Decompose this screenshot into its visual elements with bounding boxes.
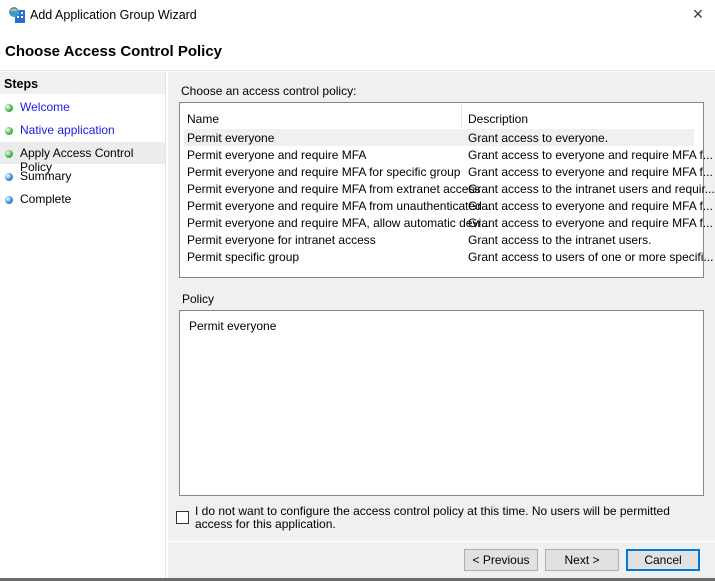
steps-panel: Steps Welcome Native application Apply Acc…: [0, 72, 166, 581]
policy-name: Permit everyone and require MFA for spec…: [187, 165, 461, 179]
divider: [168, 541, 715, 542]
policy-name: Permit everyone and require MFA from una…: [187, 199, 496, 213]
close-icon[interactable]: ×: [686, 3, 710, 27]
policy-description: Grant access to everyone and require MFA…: [468, 165, 713, 179]
policy-description: Grant access to everyone and require MFA…: [468, 148, 713, 162]
table-row[interactable]: Permit everyone and require MFA from ext…: [184, 180, 715, 197]
step-label: Welcome: [20, 100, 70, 114]
steps-heading: Steps: [0, 72, 165, 94]
table-row[interactable]: Permit everyone for intranet access Grant…: [184, 231, 694, 248]
policy-name: Permit specific group: [187, 250, 300, 264]
step-welcome[interactable]: Welcome: [0, 96, 165, 118]
choose-policy-label: Choose an access control policy:: [181, 84, 357, 98]
policy-description: Grant access to the intranet users.: [468, 233, 652, 247]
status-dot-icon: [5, 196, 13, 204]
policy-text: Permit everyone: [189, 319, 277, 333]
page-title: Choose Access Control Policy: [5, 43, 223, 60]
policy-description: Grant access to users of one or more spe…: [468, 250, 714, 264]
column-divider[interactable]: [461, 105, 462, 127]
step-label: Native application: [20, 123, 115, 137]
policy-name: Permit everyone for intranet access: [187, 233, 376, 247]
policy-details: Permit everyone: [179, 310, 704, 496]
page-header: Choose Access Control Policy: [0, 31, 715, 71]
table-row[interactable]: Permit everyone and require MFA for spec…: [184, 163, 713, 180]
policy-description: Grant access to everyone and require MFA…: [468, 216, 713, 230]
policy-name: Permit everyone and require MFA: [187, 148, 367, 162]
step-native-application[interactable]: Native application: [0, 119, 165, 141]
status-dot-icon: [5, 150, 13, 158]
skip-policy-label[interactable]: I do not want to configure the access co…: [195, 505, 705, 531]
table-row[interactable]: Permit specific group Grant access to use…: [184, 248, 713, 265]
next-button[interactable]: Next >: [545, 549, 619, 571]
policy-name: Permit everyone and require MFA, allow a…: [187, 216, 492, 230]
policy-name: Permit everyone: [187, 131, 275, 145]
step-label: Summary: [20, 169, 72, 183]
skip-policy-checkbox[interactable]: [176, 511, 189, 524]
table-row[interactable]: Permit everyone and require MFA from una…: [184, 197, 713, 214]
window-title: Add Application Group Wizard: [30, 8, 197, 22]
policy-description: Grant access to the intranet users and r…: [468, 182, 715, 196]
column-header-description[interactable]: Description: [468, 107, 528, 129]
status-dot-icon: [5, 127, 13, 135]
previous-button[interactable]: < Previous: [464, 549, 538, 571]
policy-description: Grant access to everyone and require MFA…: [468, 199, 713, 213]
column-header-name[interactable]: Name: [187, 107, 219, 129]
table-row[interactable]: Permit everyone and require MFA, allow a…: [184, 214, 713, 231]
status-dot-icon: [5, 104, 13, 112]
table-row[interactable]: Permit everyone Grant access to everyone.: [184, 129, 694, 146]
app-icon: [9, 7, 25, 23]
policy-list[interactable]: Name Description Permit everyone Grant ac…: [179, 102, 715, 278]
step-summary: Summary: [0, 165, 165, 187]
policy-name: Permit everyone and require MFA from ext…: [187, 182, 481, 196]
title-bar: Add Application Group Wizard ×: [0, 0, 715, 31]
step-label: Complete: [20, 192, 72, 206]
status-dot-icon: [5, 173, 13, 181]
step-apply-access-control-policy: Apply Access Control Policy: [0, 142, 165, 174]
policy-description: Grant access to everyone.: [468, 131, 609, 145]
step-complete: Complete: [0, 188, 165, 210]
cancel-button[interactable]: Cancel: [626, 549, 700, 571]
policy-label: Policy: [182, 292, 215, 306]
table-row[interactable]: Permit everyone and require MFA Grant acc…: [184, 146, 713, 163]
